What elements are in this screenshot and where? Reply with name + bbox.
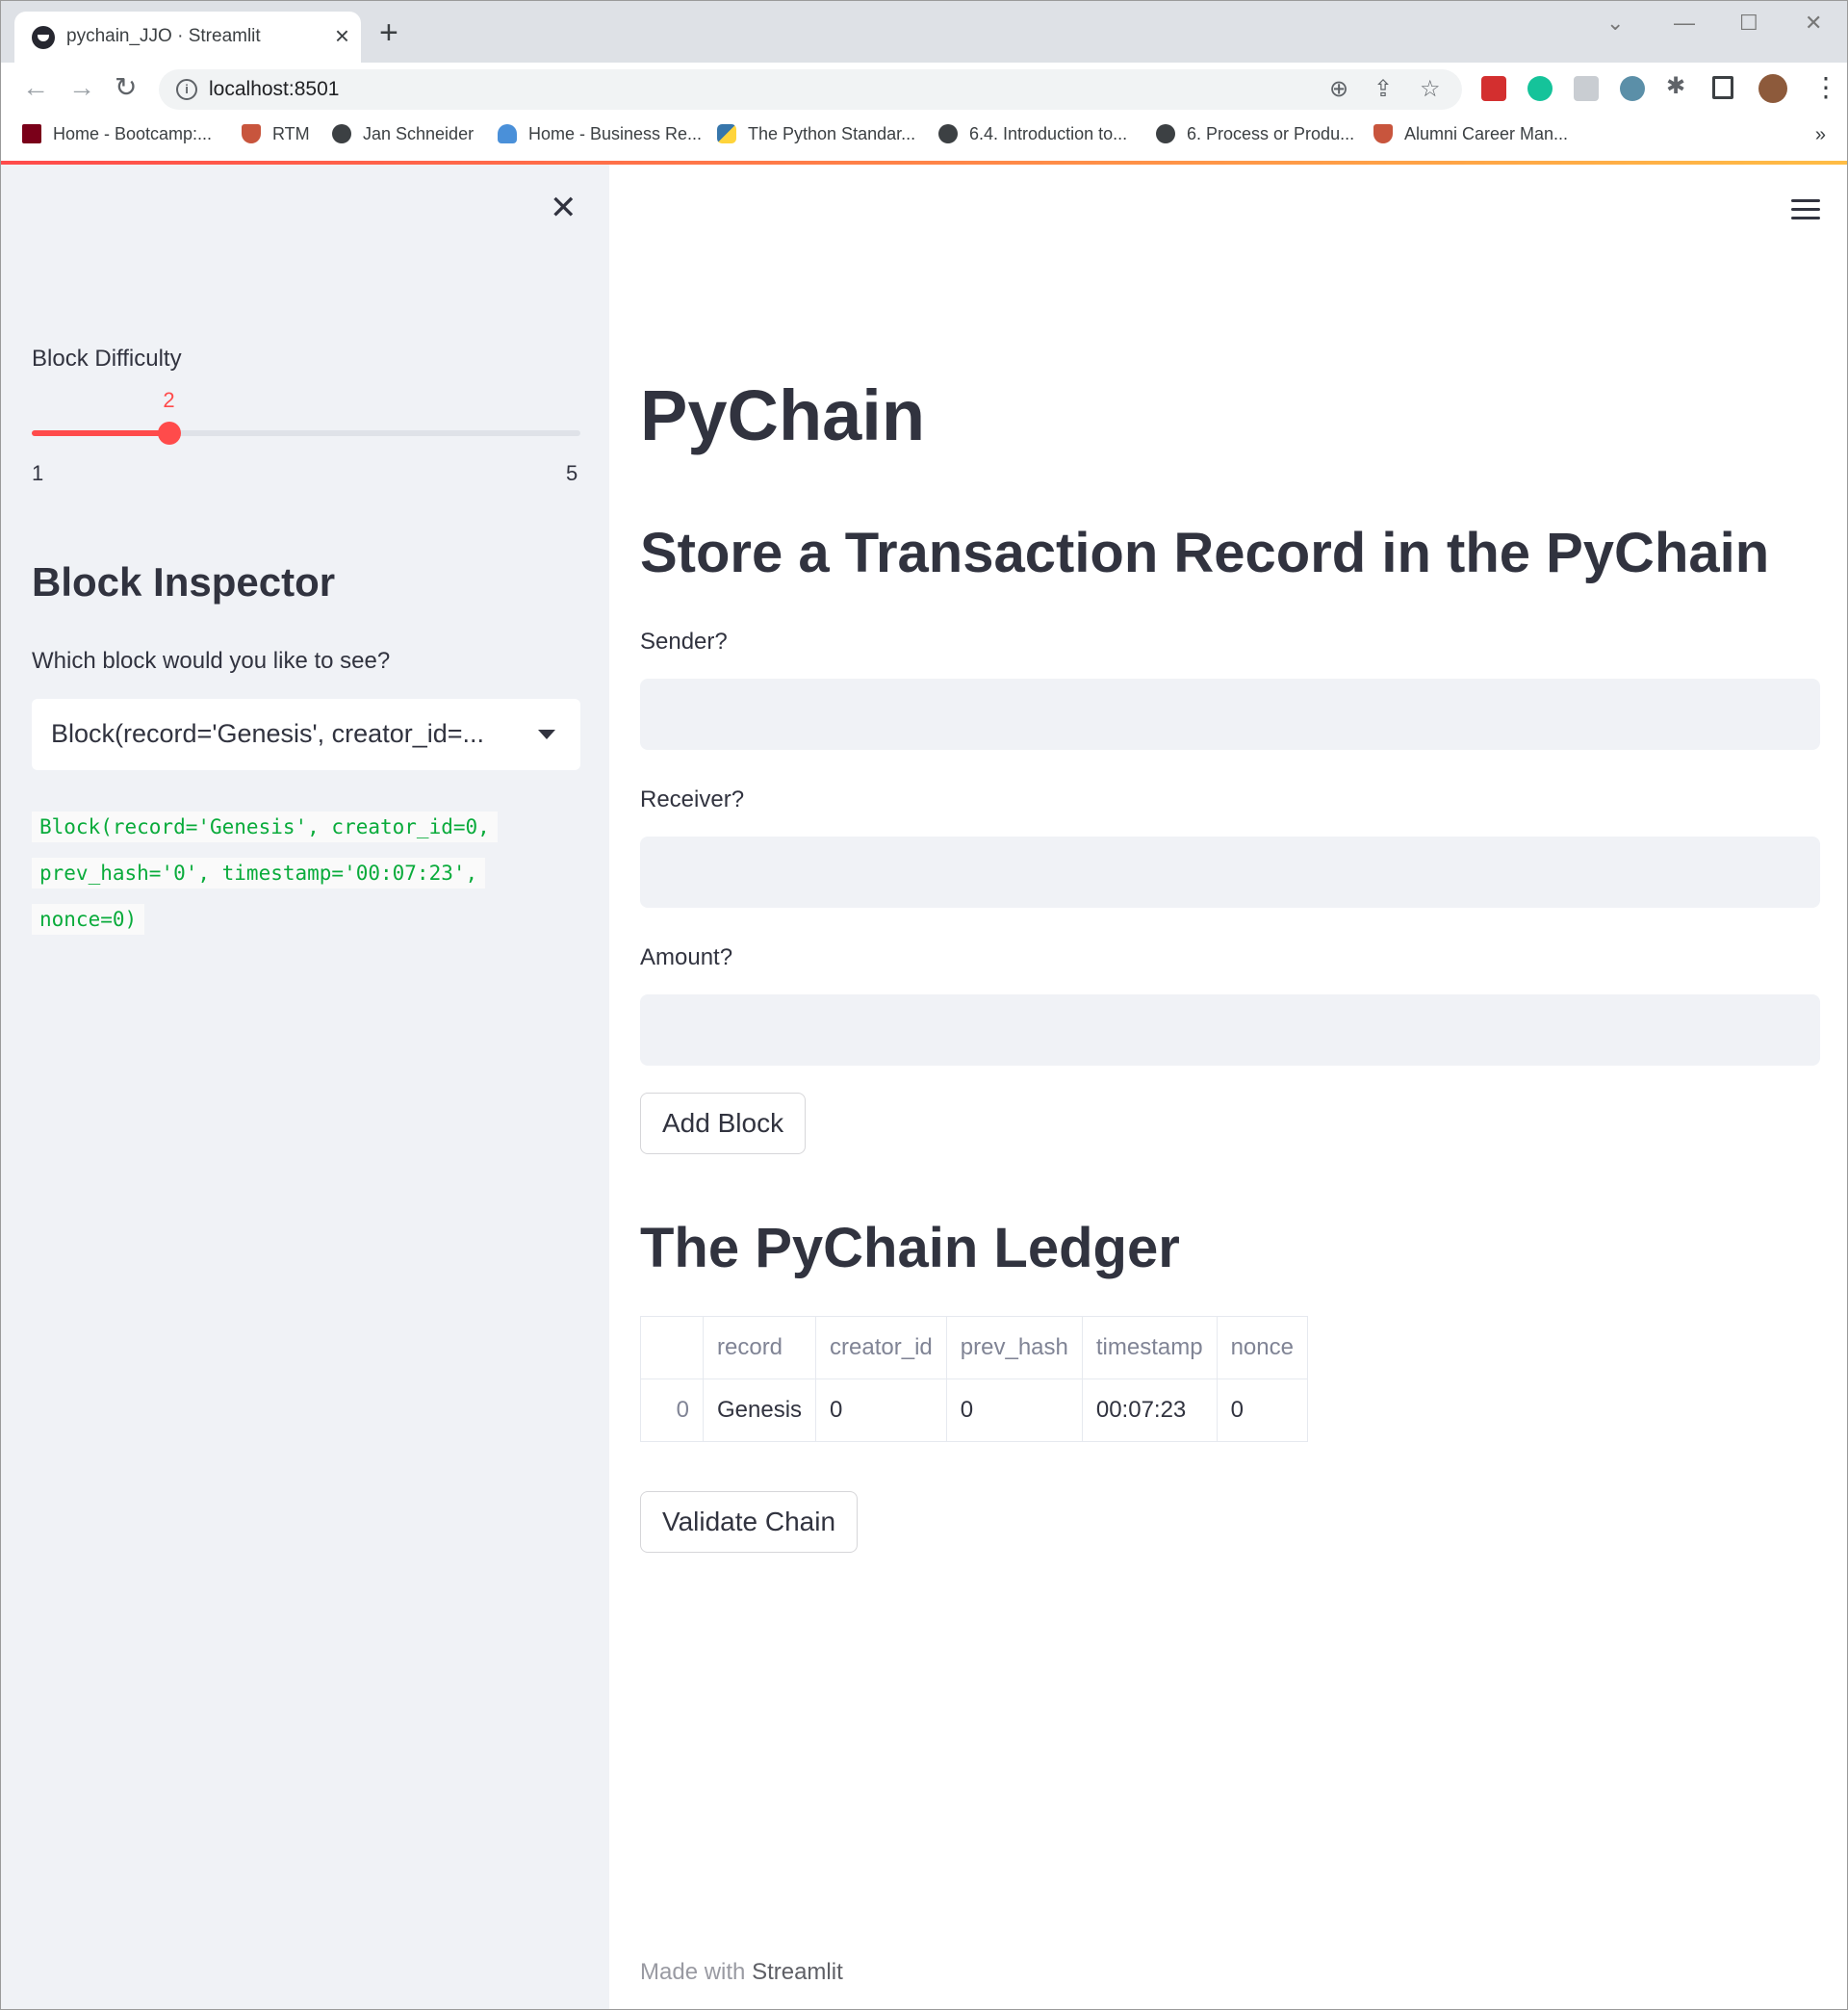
block-select[interactable]: Block(record='Genesis', creator_id=... (32, 699, 580, 770)
zoom-icon[interactable]: ⊕ (1329, 75, 1348, 103)
table-cell[interactable]: 00:07:23 (1081, 1379, 1218, 1442)
page-title: PyChain (640, 375, 926, 455)
tab-title: pychain_JJO · Streamlit (66, 26, 261, 46)
bookmarks-overflow-icon[interactable]: » (1815, 124, 1826, 146)
block-select-value: Block(record='Genesis', creator_id=... (51, 719, 485, 748)
slider-value: 2 (163, 388, 175, 412)
tab-search-icon[interactable]: ⌄ (1606, 11, 1624, 36)
slider-label: Block Difficulty (32, 346, 182, 372)
ledger-heading: The PyChain Ledger (640, 1217, 1180, 1279)
row-index: 0 (640, 1379, 704, 1442)
table-cell[interactable]: Genesis (702, 1379, 817, 1442)
amount-label: Amount? (640, 944, 733, 970)
table-cell[interactable]: 0 (815, 1379, 947, 1442)
table-cell[interactable]: 0 (945, 1379, 1083, 1442)
bookmark-python-standard[interactable]: The Python Standar... (717, 124, 915, 144)
chevron-down-icon (538, 730, 555, 739)
code-line: Block(record='Genesis', creator_id=0, (32, 812, 498, 842)
column-header (640, 1316, 704, 1379)
slider-max-label: 5 (566, 461, 578, 485)
bookmark-process[interactable]: 6. Process or Produ... (1156, 124, 1354, 144)
code-line: prev_hash='0', timestamp='00:07:23', (32, 858, 486, 889)
browser-toolbar: ← → ↻ i localhost:8501 ⊕ ⇪ ☆ ✱ ⋮ (1, 63, 1847, 116)
form-heading: Store a Transaction Record in the PyChai… (640, 522, 1770, 584)
profile-avatar[interactable] (1758, 74, 1787, 103)
globe-icon (1156, 124, 1175, 143)
amount-input[interactable] (640, 994, 1820, 1066)
ledger-table[interactable]: record creator_id prev_hash timestamp no… (640, 1316, 1308, 1442)
slider-thumb[interactable] (157, 422, 181, 445)
window-close-icon[interactable]: ✕ (1805, 11, 1822, 36)
minimize-icon[interactable]: — (1674, 11, 1695, 36)
browser-window: pychain_JJO · Streamlit × + ⌄ — ☐ ✕ ← → … (0, 0, 1848, 2010)
tab-strip: pychain_JJO · Streamlit × + ⌄ — ☐ ✕ (1, 1, 1847, 63)
block-inspector-heading: Block Inspector (32, 559, 336, 605)
maximize-icon[interactable]: ☐ (1739, 11, 1758, 36)
footer: Made with Streamlit (640, 1959, 843, 1986)
sidebar: ✕ Block Difficulty 2 1 5 Block Inspector… (1, 165, 609, 2009)
slider-min-label: 1 (32, 461, 44, 485)
extension-icon[interactable] (1574, 76, 1599, 101)
side-panel-icon[interactable] (1712, 76, 1733, 99)
main-content: PyChain Store a Transaction Record in th… (609, 165, 1847, 2009)
slider-fill (32, 430, 169, 436)
footer-prefix: Made with (640, 1959, 746, 1985)
bookmark-intro[interactable]: 6.4. Introduction to... (938, 124, 1127, 144)
code-line: nonce=0) (32, 904, 145, 935)
table-header-row: record creator_id prev_hash timestamp no… (640, 1316, 1308, 1379)
column-header[interactable]: record (702, 1316, 817, 1379)
receiver-input[interactable] (640, 837, 1820, 908)
address-bar[interactable]: i localhost:8501 ⊕ ⇪ ☆ (159, 69, 1462, 110)
bookmark-alumni-career[interactable]: Alumni Career Man... (1373, 124, 1568, 144)
column-header[interactable]: nonce (1216, 1316, 1308, 1379)
shield-icon (1373, 124, 1393, 143)
planet-extension-icon[interactable] (1620, 76, 1645, 101)
bookmark-home-bootcamp[interactable]: Home - Bootcamp:... (22, 124, 212, 144)
share-icon[interactable]: ⇪ (1373, 75, 1393, 103)
bookmark-jan-schneider[interactable]: Jan Schneider (332, 124, 474, 144)
address-url: localhost:8501 (209, 78, 340, 100)
select-label: Which block would you like to see? (32, 648, 391, 674)
receiver-label: Receiver? (640, 786, 745, 812)
footer-streamlit-link[interactable]: Streamlit (752, 1959, 843, 1985)
university-logo-icon (22, 124, 41, 143)
globe-icon (938, 124, 958, 143)
sidebar-close-icon[interactable]: ✕ (550, 192, 578, 224)
lastpass-extension-icon[interactable] (1481, 76, 1506, 101)
shield-icon (242, 124, 261, 143)
block-code-output: Block(record='Genesis', creator_id=0, pr… (32, 804, 571, 942)
puzzle-extensions-icon[interactable]: ✱ (1666, 72, 1691, 99)
add-block-button[interactable]: Add Block (640, 1093, 807, 1154)
reload-icon[interactable]: ↻ (115, 72, 137, 103)
hamburger-menu-icon[interactable] (1791, 199, 1820, 225)
globe-icon (332, 124, 351, 143)
table-row: 0 Genesis 0 0 00:07:23 0 (640, 1379, 1308, 1442)
site-info-icon[interactable]: i (176, 79, 197, 100)
column-header[interactable]: creator_id (815, 1316, 947, 1379)
browser-tab[interactable]: pychain_JJO · Streamlit × (14, 12, 361, 63)
streamlit-favicon-icon (32, 26, 55, 49)
sender-input[interactable] (640, 679, 1820, 750)
column-header[interactable]: prev_hash (945, 1316, 1083, 1379)
bookmark-business-re[interactable]: Home - Business Re... (498, 124, 702, 144)
cloud-icon (498, 124, 517, 143)
new-tab-button[interactable]: + (379, 16, 398, 49)
tab-close-icon[interactable]: × (335, 21, 349, 50)
python-icon (717, 124, 736, 143)
browser-menu-icon[interactable]: ⋮ (1812, 72, 1839, 103)
bookmarks-bar: Home - Bootcamp:... RTM Jan Schneider Ho… (1, 116, 1847, 161)
bookmark-star-icon[interactable]: ☆ (1420, 75, 1441, 103)
column-header[interactable]: timestamp (1081, 1316, 1218, 1379)
grammarly-extension-icon[interactable] (1527, 76, 1553, 101)
table-cell[interactable]: 0 (1216, 1379, 1308, 1442)
validate-chain-button[interactable]: Validate Chain (640, 1491, 859, 1553)
back-icon[interactable]: ← (22, 72, 49, 103)
bookmark-rtm[interactable]: RTM (242, 124, 310, 144)
sender-label: Sender? (640, 629, 728, 655)
forward-icon[interactable]: → (68, 72, 95, 103)
difficulty-slider[interactable]: 2 (32, 388, 580, 445)
